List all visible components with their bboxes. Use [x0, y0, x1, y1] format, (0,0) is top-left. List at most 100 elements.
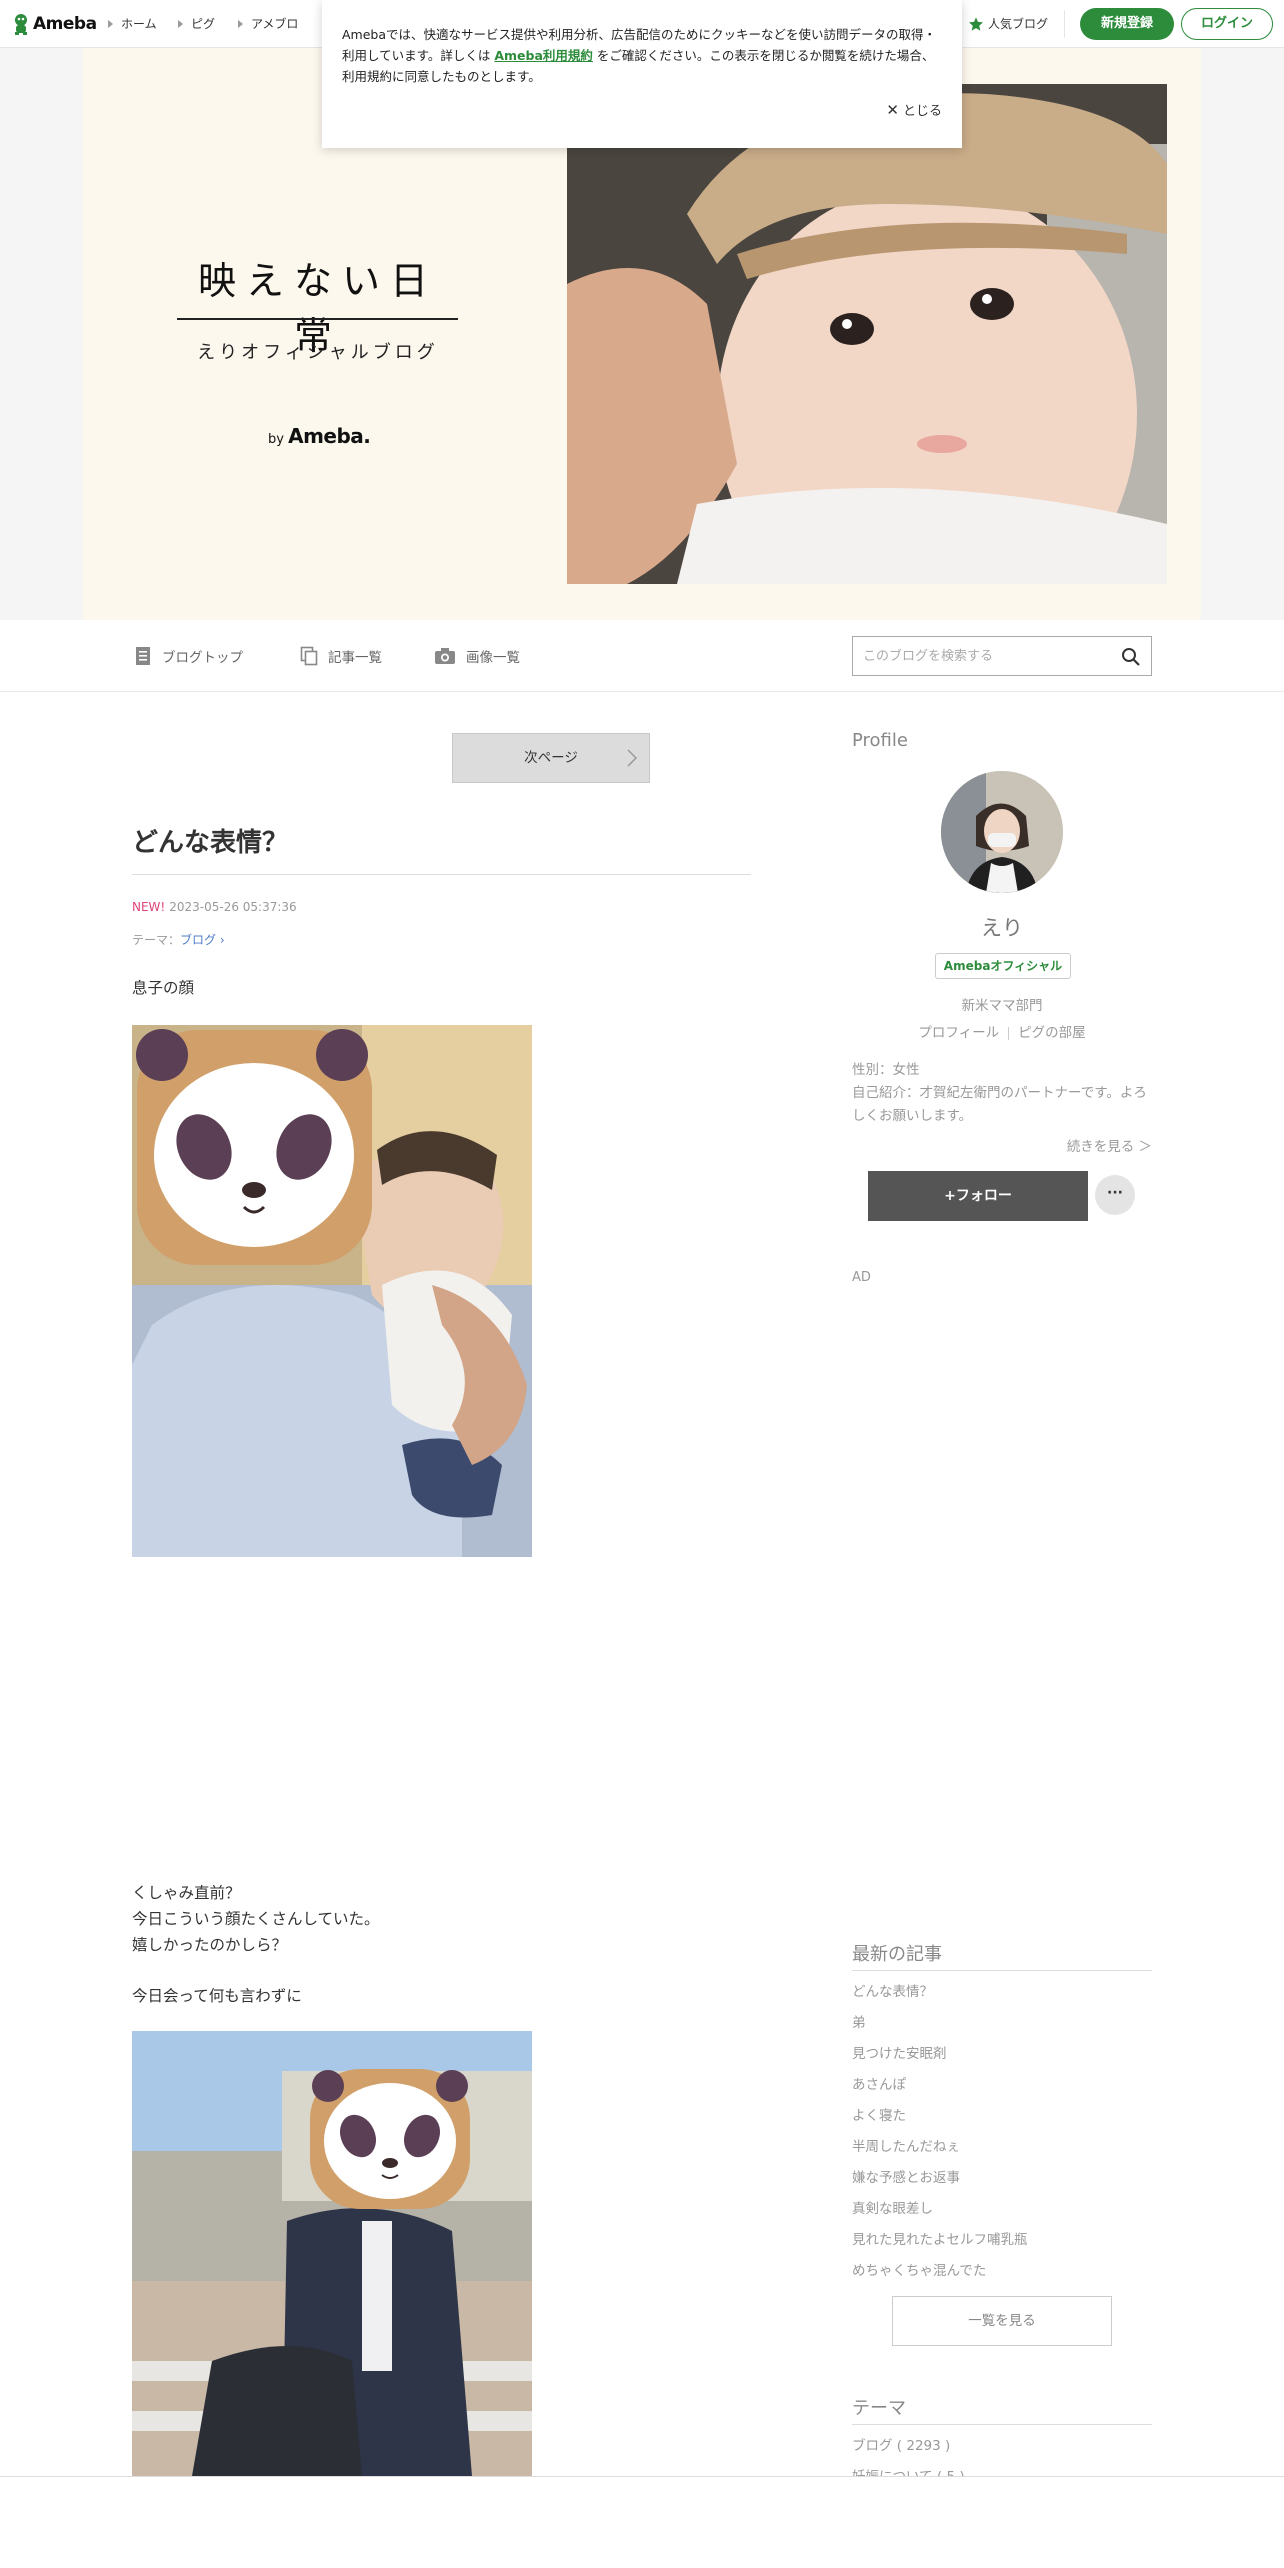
title-divider: [177, 318, 458, 320]
ad-label: AD: [852, 1270, 871, 1285]
menu-entry-list-label: 記事一覧: [328, 650, 382, 666]
menu-image-list[interactable]: 画像一覧: [434, 646, 520, 666]
latest-article-item[interactable]: 見れた見れたよセルフ哺乳瓶: [852, 2230, 1152, 2261]
article-paragraph: 息子の顔: [132, 979, 195, 997]
star-icon: [969, 16, 983, 31]
ameba-brand: Ameba.: [288, 424, 371, 448]
register-button[interactable]: 新規登録: [1080, 8, 1174, 40]
by-ameba-logo: by Ameba.: [268, 424, 371, 448]
panda-mask-1: [136, 1029, 372, 1265]
read-more-link[interactable]: 続きを見る ＞: [852, 1135, 1152, 1155]
header-photo: [567, 84, 1167, 584]
theme-divider: [852, 2424, 1152, 2425]
article-paragraph: 今日こういう顔たくさんしていた。: [132, 1910, 380, 1928]
menu-blog-top-label: ブログトップ: [162, 650, 243, 666]
article-paragraph: 嬉しかったのかしら？: [132, 1936, 288, 1954]
nav-popular-blog[interactable]: 人気ブログ: [968, 15, 1048, 32]
theme-label: テーマ：: [132, 933, 181, 947]
popular-label: 人気ブログ: [988, 17, 1049, 31]
latest-article-item[interactable]: よく寝た: [852, 2106, 1152, 2137]
profile-links: プロフィール ピグの部屋: [852, 1021, 1152, 1041]
father-baby-photo: [132, 1025, 532, 1557]
menu-image-list-label: 画像一覧: [466, 650, 520, 666]
article-paragraph: くしゃみ直前？: [132, 1884, 241, 1902]
profile-department[interactable]: 新米ママ部門: [852, 994, 1152, 1014]
nav-ameblo-label: アメブロ: [251, 17, 299, 31]
profile-gender: 性別：女性: [852, 1062, 920, 1078]
avatar-illustration: [941, 771, 1063, 893]
father-stroller-photo: [132, 2031, 532, 2476]
article-paragraph: 今日会って何も言わずに: [132, 1987, 302, 2005]
article-theme: テーマ：ブログ ›: [132, 931, 225, 948]
nav-divider: [1064, 10, 1065, 38]
article-date: NEW! 2023-05-26 05:37:36: [132, 900, 297, 914]
profile-name[interactable]: えり: [852, 912, 1152, 942]
latest-articles-list: どんな表情？ 弟 見つけた安眠剤 あさんぽ よく寝た 半周したんだねぇ 嫌な予感…: [852, 1982, 1152, 2292]
latest-articles-heading: 最新の記事: [852, 1944, 942, 1965]
title-underline: [132, 874, 751, 875]
menu-blog-top[interactable]: ブログトップ: [134, 646, 243, 666]
profile-info: 性別：女性 自己紹介：才賀紀左衛門のパートナーです。よろしくお願いします。: [852, 1059, 1152, 1128]
link-separator: [1008, 1026, 1010, 1040]
latest-article-item[interactable]: 半周したんだねぇ: [852, 2137, 1152, 2168]
latest-article-item[interactable]: 嫌な予感とお返事: [852, 2168, 1152, 2199]
bottom-bar: [0, 2476, 1284, 2568]
blog-subtitle: えりオフィシャルブログ: [197, 342, 439, 363]
latest-article-item[interactable]: どんな表情？: [852, 1982, 1152, 2013]
login-button[interactable]: ログイン: [1181, 8, 1273, 40]
next-page-label: 次ページ: [524, 750, 578, 766]
copy-icon: [300, 646, 318, 666]
follow-button[interactable]: +フォロー: [868, 1171, 1088, 1221]
blog-search-input[interactable]: [853, 637, 1103, 675]
article-photo-1[interactable]: [132, 1025, 532, 1557]
next-page-button[interactable]: 次ページ: [452, 733, 650, 783]
document-icon: [136, 647, 150, 665]
chevron-right-icon: [178, 19, 183, 28]
nav-home[interactable]: ホーム: [108, 15, 157, 32]
ameba-logo[interactable]: Ameba: [12, 12, 97, 36]
terms-link[interactable]: Ameba利用規約: [494, 48, 593, 63]
more-options-button[interactable]: ···: [1095, 1175, 1135, 1215]
menu-entry-list[interactable]: 記事一覧: [300, 646, 382, 666]
theme-item[interactable]: ブログ ( 2293 ): [852, 2436, 1152, 2467]
theme-link-label: ブログ: [180, 933, 217, 947]
new-badge: NEW!: [132, 900, 166, 914]
latest-divider: [852, 1970, 1152, 1971]
pigg-room-link[interactable]: ピグの部屋: [1018, 1025, 1086, 1041]
see-all-button[interactable]: 一覧を見る: [892, 2296, 1112, 2346]
latest-article-item[interactable]: 真剣な眼差し: [852, 2199, 1152, 2230]
nav-home-label: ホーム: [121, 17, 157, 31]
ameba-mascot-icon: [15, 14, 27, 35]
cookie-close-label: とじる: [902, 104, 942, 119]
panda-mask-2: [310, 2069, 470, 2209]
latest-article-item[interactable]: あさんぽ: [852, 2075, 1152, 2106]
latest-article-item[interactable]: めちゃくちゃ混んでた: [852, 2261, 1152, 2292]
chevron-right-icon: [627, 749, 638, 767]
logo-text: Ameba: [33, 14, 97, 34]
cookie-close-button[interactable]: ✕ とじる: [886, 100, 942, 120]
theme-link[interactable]: ブログ ›: [180, 933, 225, 947]
cookie-text: Amebaでは、快適なサービス提供や利用分析、広告配信のためにクッキーなどを使い…: [342, 24, 942, 87]
article-title[interactable]: どんな表情？: [132, 822, 288, 859]
article-photo-2[interactable]: [132, 2031, 532, 2476]
camera-icon: [435, 648, 455, 664]
theme-heading: テーマ: [852, 2398, 906, 2419]
profile-avatar[interactable]: [941, 771, 1063, 893]
baby-photo-illustration: [567, 84, 1167, 584]
profile-heading: Profile: [852, 730, 908, 751]
by-label: by: [268, 432, 284, 447]
latest-article-item[interactable]: 弟: [852, 2013, 1152, 2044]
official-badge: Amebaオフィシャル: [935, 953, 1071, 979]
chevron-right-icon: [108, 19, 113, 28]
latest-article-item[interactable]: 見つけた安眠剤: [852, 2044, 1152, 2075]
search-icon[interactable]: [1121, 647, 1141, 667]
profile-link[interactable]: プロフィール: [918, 1025, 999, 1041]
blog-menu-bar: ブログトップ 記事一覧 画像一覧: [0, 620, 1284, 692]
nav-ameblo[interactable]: アメブロ: [238, 15, 298, 32]
cookie-consent-dialog: Amebaでは、快適なサービス提供や利用分析、広告配信のためにクッキーなどを使い…: [322, 0, 962, 148]
nav-pigg[interactable]: ピグ: [178, 15, 215, 32]
blog-search: [852, 636, 1152, 676]
close-icon: ✕: [886, 100, 899, 119]
chevron-right-icon: [238, 19, 243, 28]
nav-pigg-label: ピグ: [191, 17, 216, 31]
